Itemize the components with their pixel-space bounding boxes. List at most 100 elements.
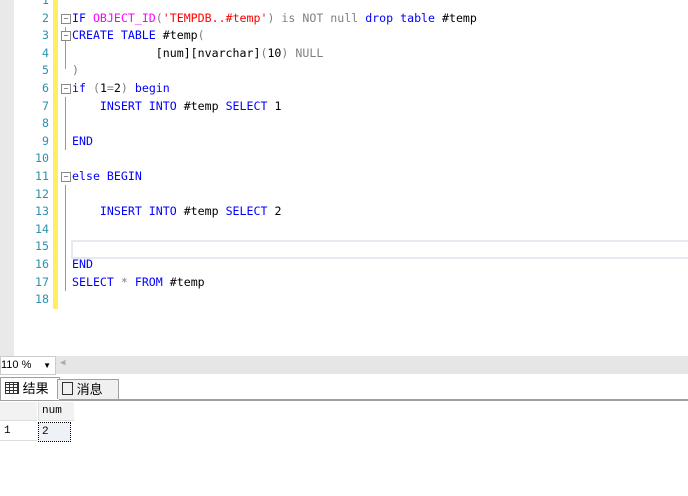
code-token: 10 [267,45,282,60]
line-number: 11 [35,169,49,183]
code-line[interactable]: 3 − CREATE TABLE #temp( [14,27,688,45]
code-token: CREATE TABLE [72,28,163,43]
code-token: 1 [99,81,107,95]
code-text: END [72,133,93,151]
line-number: 4 [42,45,49,60]
code-token: drop table [365,10,442,25]
code-token: ) [72,63,79,78]
line-number: 1 [42,0,49,7]
code-text: [num][nvarchar](10) NULL [72,45,324,63]
line-number: 12 [35,186,49,201]
code-line[interactable]: 16 END [14,256,688,274]
zoom-select[interactable]: 110 % ▼ [0,356,56,375]
line-number: 10 [35,151,49,166]
code-token: [num][nvarchar] [72,45,261,60]
code-token: IF [72,10,93,25]
code-line[interactable]: 7 INSERT INTO #temp SELECT 1 [14,98,688,116]
tab-messages-label: 消息 [76,382,103,397]
code-token: END [72,257,93,271]
code-text: IF OBJECT_ID('TEMPDB..#temp') is NOT nul… [72,10,477,28]
code-token: ( [197,28,205,43]
line-number: 2 [42,10,49,25]
sql-editor[interactable]: 1 2− IF OBJECT_ID('TEMPDB..#temp') is NOT … [14,0,688,356]
code-token: SELECT [225,204,275,219]
line-number: 7 [42,98,49,113]
code-token: = [106,81,114,95]
code-token: SELECT [225,98,275,113]
code-token: 1 [274,98,282,113]
code-token: #temp [162,28,198,43]
row-header-corner [0,402,37,421]
line-number: 16 [35,257,49,271]
code-token: NULL [288,45,324,60]
code-line[interactable]: 2 − IF OBJECT_ID('TEMPDB..#temp') is NOT n… [14,10,688,28]
column-header[interactable]: num [38,402,74,421]
code-line[interactable]: 6 − if (1=2) begin [14,80,688,98]
line-number: 8 [42,116,49,131]
code-token: SELECT [72,274,121,289]
code-token: begin [127,81,170,95]
code-line[interactable]: 4 [num][nvarchar](10) NULL [14,45,688,63]
tab-results-label: 结果 [22,381,49,396]
left-margin-strip [0,0,14,356]
line-number: 13 [35,204,49,219]
code-token: #temp [183,98,226,113]
code-text: INSERT INTO #temp SELECT 2 [72,203,282,221]
code-line[interactable]: 12 [14,186,688,204]
results-tabs: 结果 消息 [0,375,688,401]
code-token: * [120,274,135,289]
zoom-value: 110 % [1,359,32,371]
code-line[interactable]: 8 [14,115,688,133]
code-text: ) [72,62,79,80]
code-line[interactable]: 10 [14,150,688,168]
code-token: else BEGIN [72,169,142,183]
code-token: ( [155,10,163,25]
fold-toggle-icon[interactable]: − [61,84,71,94]
code-text: SELECT * FROM #temp [72,274,205,292]
code-text: INSERT INTO #temp SELECT 1 [72,98,282,116]
code-line[interactable]: 18 [14,291,688,309]
fold-toggle-icon[interactable]: − [61,172,71,182]
code-text: else BEGIN [72,168,142,186]
line-number: 14 [35,221,49,236]
code-line[interactable]: 9 END [14,133,688,151]
code-line[interactable]: 14 [14,221,688,239]
code-token: 2 [274,204,282,219]
scroll-left-icon[interactable]: ◀ [60,358,65,368]
grid-icon [5,382,19,394]
code-token: #temp [441,10,477,25]
grid-cell[interactable]: 2 [38,422,71,442]
code-text: CREATE TABLE #temp( [72,27,205,45]
fold-toggle-icon[interactable]: − [61,13,71,24]
code-line[interactable]: 5) [14,62,688,80]
chevron-down-icon: ▼ [43,361,51,370]
line-number: 15 [35,239,49,254]
messages-icon [62,382,73,395]
code-line[interactable]: 11 − else BEGIN [14,168,688,186]
zoom-bar: 110 % ▼ ◀ [0,356,688,375]
code-token: ( [92,81,100,95]
code-token: #temp [183,204,226,219]
code-token: #temp [169,274,205,289]
code-text: END [72,256,93,274]
code-line[interactable]: 15 [14,238,688,256]
tab-results[interactable]: 结果 [0,377,60,400]
line-number: 6 [42,81,49,95]
line-number: 5 [42,63,49,78]
code-line[interactable]: 13 INSERT INTO #temp SELECT 2 [14,203,688,221]
code-token: OBJECT_ID [92,10,156,25]
code-token: INSERT INTO [72,204,184,219]
line-number: 9 [42,133,49,148]
tab-messages[interactable]: 消息 [57,379,119,399]
code-line[interactable]: 17 SELECT * FROM #temp [14,274,688,292]
code-token: is NOT null [274,10,366,25]
line-number: 3 [42,28,49,43]
line-number: 18 [35,292,49,307]
row-number[interactable]: 1 [0,422,37,441]
line-number: 17 [35,274,49,289]
code-line[interactable]: 1 [14,0,688,10]
fold-toggle-icon[interactable]: − [61,31,71,42]
code-token: ) [120,81,128,95]
code-token: if [72,81,93,95]
code-token: 'TEMPDB..#temp' [162,10,268,25]
